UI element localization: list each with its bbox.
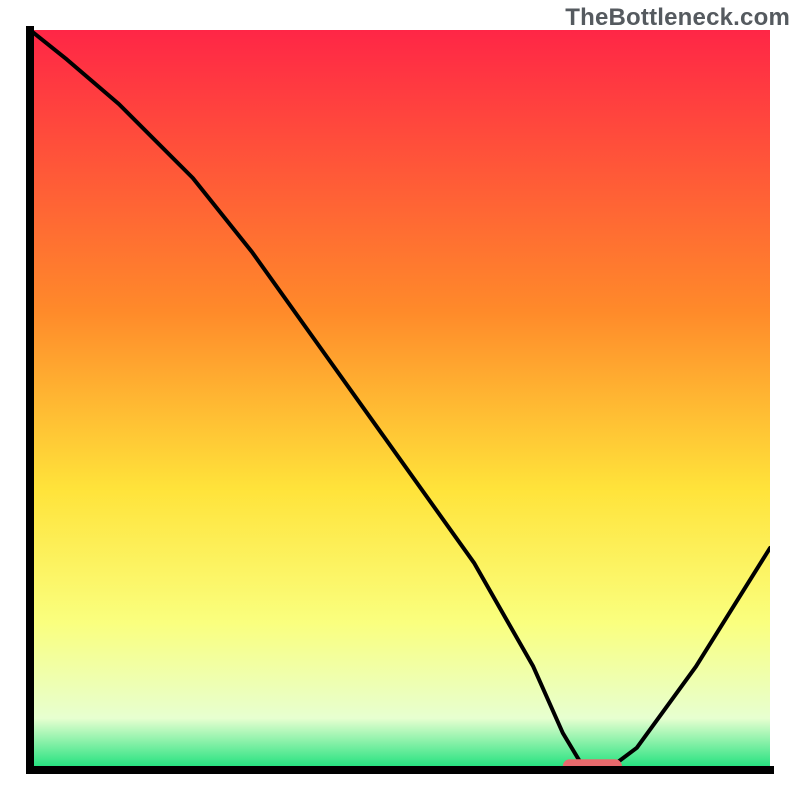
watermark-text: TheBottleneck.com bbox=[565, 4, 790, 32]
chart-container: TheBottleneck.com bbox=[0, 0, 800, 800]
gradient-background bbox=[30, 30, 770, 770]
bottleneck-chart bbox=[0, 0, 800, 800]
